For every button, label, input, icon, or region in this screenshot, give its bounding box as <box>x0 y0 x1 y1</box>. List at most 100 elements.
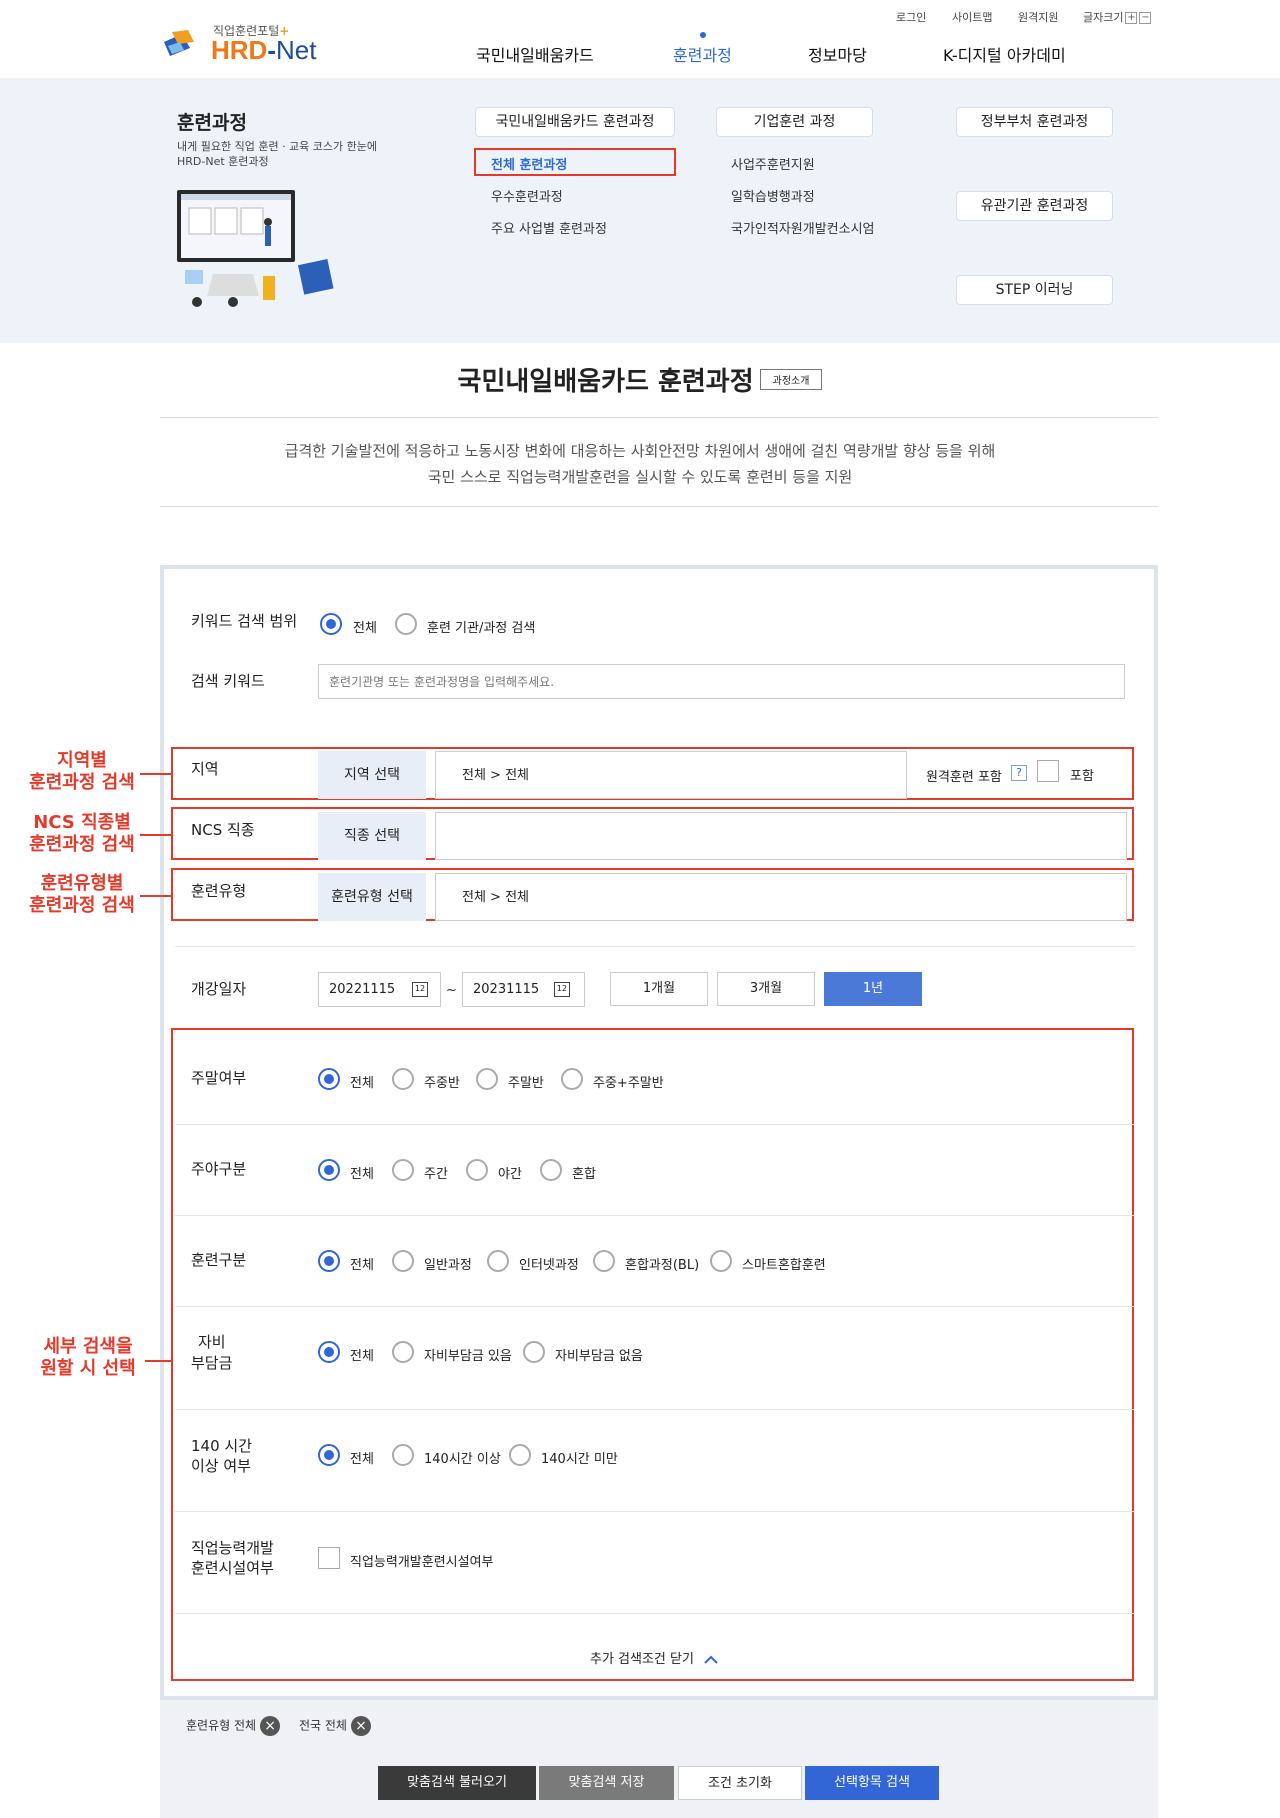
search-selected-button[interactable]: 선택항목 검색 <box>805 1766 939 1800</box>
ncs-value <box>435 812 1127 860</box>
hours-radio-under[interactable] <box>509 1444 531 1466</box>
weekend-radio-weekday[interactable] <box>392 1068 414 1090</box>
type-select-button[interactable]: 훈련유형 선택 <box>318 873 426 921</box>
filter-tag-label: 전국 전체 <box>299 1718 347 1733</box>
font-plus-button[interactable]: + <box>1125 12 1138 24</box>
annotation-ncs: NCS 직종별 훈련과정 검색 <box>12 812 152 856</box>
sublink-employer-training[interactable]: 사업주훈련지원 <box>731 154 815 173</box>
remote-support-link[interactable]: 원격지원 <box>1018 9 1058 25</box>
ncs-select-button[interactable]: 직종 선택 <box>318 812 426 860</box>
kind-opt-label: 혼합과정(BL) <box>625 1258 700 1273</box>
divider <box>175 1306 1135 1307</box>
hours-label: 140 시간 <box>191 1437 252 1455</box>
facility-checkbox[interactable] <box>318 1547 340 1569</box>
type-label: 훈련유형 <box>191 882 247 900</box>
annotation-text: 훈련유형별 <box>40 873 124 894</box>
annotation-text: 원할 시 선택 <box>40 1358 136 1379</box>
pill-government-course[interactable]: 정부부처 훈련과정 <box>956 107 1113 137</box>
scope-radio-all[interactable] <box>320 613 342 635</box>
divider <box>175 1215 1135 1216</box>
annotation-line <box>140 895 171 897</box>
kind-radio-general[interactable] <box>392 1250 414 1272</box>
annotation-line <box>140 773 171 775</box>
sublink-excellent-course[interactable]: 우수훈련과정 <box>491 186 563 205</box>
sublink-consortium[interactable]: 국가인적자원개발컨소시엄 <box>731 218 875 237</box>
scope-label-institution: 훈련 기관/과정 검색 <box>427 621 536 636</box>
hours-radio-all[interactable] <box>318 1444 340 1466</box>
chevron-up-icon <box>704 1655 718 1664</box>
course-intro-button[interactable]: 과정소개 <box>759 369 823 390</box>
selfpay-radio-yes[interactable] <box>392 1341 414 1363</box>
annotation-text: 훈련과정 검색 <box>29 834 135 855</box>
date-label: 개강일자 <box>191 980 247 998</box>
remove-tag-icon[interactable]: × <box>260 1716 281 1736</box>
gnb-naeil-card[interactable]: 국민내일배움카드 <box>476 42 594 66</box>
logo-net: Net <box>276 35 317 65</box>
annotation-text: 훈련과정 검색 <box>29 895 135 916</box>
login-link[interactable]: 로그인 <box>896 9 926 25</box>
weekend-opt-label: 주말반 <box>508 1076 544 1091</box>
remote-include-label: 포함 <box>1070 769 1094 784</box>
mega-description: 내게 필요한 직업 훈련 · 교육 코스가 한눈에 HRD-Net 훈련과정 <box>177 140 378 168</box>
font-minus-button[interactable]: − <box>1139 12 1152 24</box>
daynight-radio-mixed[interactable] <box>540 1159 562 1181</box>
hours-opt-label: 140시간 미만 <box>541 1452 618 1467</box>
calendar-icon[interactable]: 12 <box>412 982 428 997</box>
pill-related-org-course[interactable]: 유관기관 훈련과정 <box>956 191 1113 221</box>
font-size-label: 글자크기 + − <box>1083 9 1152 25</box>
scope-label: 키워드 검색 범위 <box>191 612 298 630</box>
pill-corporate-course[interactable]: 기업훈련 과정 <box>716 107 873 137</box>
keyword-input[interactable]: 훈련기관명 또는 훈련과정명을 입력해주세요. <box>318 664 1125 699</box>
daynight-opt-label: 혼합 <box>572 1167 596 1182</box>
divider <box>175 946 1135 947</box>
daynight-radio-all[interactable] <box>318 1159 340 1181</box>
filter-tag: 전국 전체 × <box>299 1716 371 1736</box>
weekend-radio-weekend[interactable] <box>476 1068 498 1090</box>
sublink-major-business-course[interactable]: 주요 사업별 훈련과정 <box>491 218 607 237</box>
reset-conditions-button[interactable]: 조건 초기화 <box>678 1766 802 1800</box>
pill-step-elearning[interactable]: STEP 이러닝 <box>956 275 1113 305</box>
sitemap-link[interactable]: 사이트맵 <box>952 9 992 25</box>
weekend-radio-all[interactable] <box>318 1068 340 1090</box>
sublink-all-courses[interactable]: 전체 훈련과정 <box>491 154 567 173</box>
active-indicator-dot <box>700 32 706 38</box>
daynight-radio-night[interactable] <box>466 1159 488 1181</box>
kind-radio-smart[interactable] <box>710 1250 732 1272</box>
kind-opt-label: 인터넷과정 <box>519 1258 579 1273</box>
kind-radio-blended[interactable] <box>593 1250 615 1272</box>
weekend-label: 주말여부 <box>191 1069 247 1087</box>
training-illustration <box>177 190 334 307</box>
sublink-work-study[interactable]: 일학습병행과정 <box>731 186 815 205</box>
selfpay-label: 자비 <box>198 1333 226 1351</box>
period-1-month-button[interactable]: 1개월 <box>610 972 708 1006</box>
pill-naeil-card-course[interactable]: 국민내일배움카드 훈련과정 <box>475 107 675 137</box>
daynight-radio-day[interactable] <box>392 1159 414 1181</box>
save-custom-search-button[interactable]: 맞춤검색 저장 <box>539 1766 674 1800</box>
weekend-opt-label: 전체 <box>350 1076 374 1091</box>
kind-radio-internet[interactable] <box>487 1250 509 1272</box>
selfpay-radio-no[interactable] <box>523 1341 545 1363</box>
annotation-text: 세부 검색을 <box>43 1336 133 1357</box>
remove-tag-icon[interactable]: × <box>350 1716 371 1736</box>
close-more-conditions-button[interactable]: 추가 검색조건 닫기 <box>590 1648 718 1667</box>
mega-title: 훈련과정 <box>177 112 247 134</box>
region-select-button[interactable]: 지역 선택 <box>318 751 426 799</box>
load-custom-search-button[interactable]: 맞춤검색 불러오기 <box>378 1766 536 1800</box>
calendar-icon[interactable]: 12 <box>554 982 570 997</box>
remote-include-checkbox[interactable] <box>1037 760 1059 782</box>
weekend-radio-both[interactable] <box>561 1068 583 1090</box>
hours-radio-over[interactable] <box>392 1444 414 1466</box>
scope-radio-institution[interactable] <box>395 613 417 635</box>
gnb-k-digital[interactable]: K-디지털 아카데미 <box>943 42 1066 66</box>
gnb-info[interactable]: 정보마당 <box>808 42 867 66</box>
selfpay-radio-all[interactable] <box>318 1341 340 1363</box>
period-3-month-button[interactable]: 3개월 <box>717 972 815 1006</box>
scope-label-all: 전체 <box>353 621 377 636</box>
font-size-text: 글자크기 <box>1083 11 1124 24</box>
facility-label: 직업능력개발 <box>191 1539 274 1557</box>
kind-radio-all[interactable] <box>318 1250 340 1272</box>
page-title: 국민내일배움카드 훈련과정 <box>457 367 754 397</box>
gnb-training-course[interactable]: 훈련과정 <box>673 42 732 66</box>
help-icon[interactable]: ? <box>1011 765 1027 781</box>
period-1-year-button[interactable]: 1년 <box>824 972 922 1006</box>
